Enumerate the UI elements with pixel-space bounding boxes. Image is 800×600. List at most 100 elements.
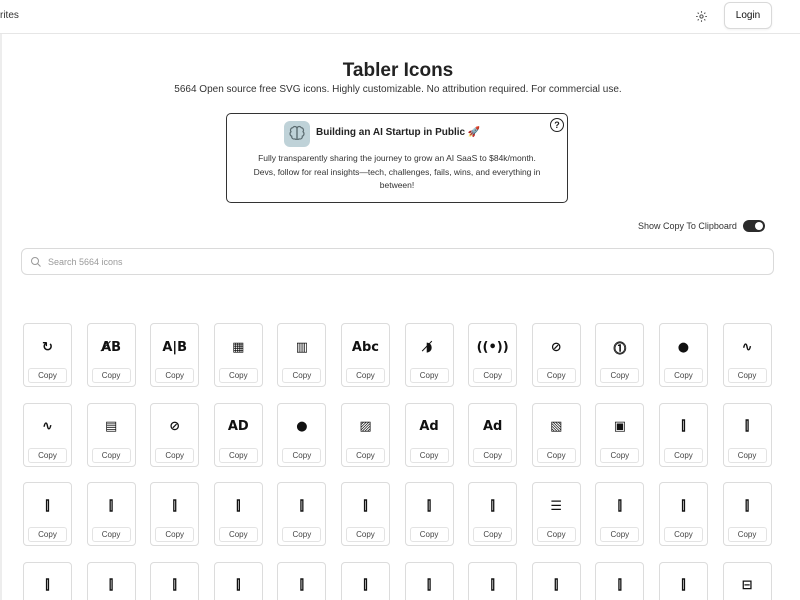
copy-button[interactable]: Copy: [409, 368, 449, 383]
icon-tile[interactable]: ∿ Copy: [23, 402, 72, 467]
icon-tile[interactable]: ⫿Copy: [23, 561, 72, 600]
copy-button[interactable]: Copy: [727, 527, 767, 542]
icon-tile[interactable]: ● Copy: [658, 323, 708, 387]
copy-button[interactable]: Copy: [600, 368, 640, 383]
icon-tile[interactable]: Ad Copy: [404, 402, 454, 467]
copy-button[interactable]: Copy: [536, 447, 576, 463]
copy-button[interactable]: Copy: [600, 527, 640, 542]
copy-button[interactable]: Copy: [28, 447, 67, 463]
icon-tile[interactable]: ⊟Copy: [722, 561, 772, 600]
icon-tile[interactable]: ⫿Copy: [213, 482, 263, 546]
icon-tile[interactable]: ▧ Copy: [531, 402, 581, 467]
copy-button[interactable]: Copy: [409, 447, 449, 463]
icon-tile[interactable]: ◗̸ Copy: [404, 323, 454, 387]
icon-tile[interactable]: ⫿Copy: [340, 561, 390, 600]
copy-button[interactable]: Copy: [536, 368, 576, 383]
icon-tile[interactable]: ▨ Copy: [340, 402, 390, 467]
copy-button[interactable]: Copy: [28, 527, 67, 542]
copy-button[interactable]: Copy: [663, 447, 703, 463]
copy-button[interactable]: Copy: [663, 527, 703, 542]
icon-tile[interactable]: ⫿Copy: [213, 561, 263, 600]
icon-tile[interactable]: ⫿Copy: [23, 482, 72, 546]
copy-button[interactable]: Copy: [600, 447, 640, 463]
tile-icon: ⫿: [681, 419, 686, 434]
icon-tile[interactable]: ▤ Copy: [86, 402, 136, 467]
icon-tile[interactable]: ⫿Copy: [658, 482, 708, 546]
icon-tile[interactable]: ● Copy: [277, 402, 327, 467]
copy-button[interactable]: Copy: [218, 527, 258, 542]
icon-tile[interactable]: A̸B Copy: [86, 323, 136, 387]
icon-tile[interactable]: ⫿Copy: [277, 482, 327, 546]
icon-tile[interactable]: ⊘ Copy: [531, 323, 581, 387]
icon-tile[interactable]: ⫿Copy: [468, 561, 518, 600]
gear-icon[interactable]: [694, 9, 708, 23]
icon-tile[interactable]: ⫿Copy: [595, 561, 645, 600]
copy-button[interactable]: Copy: [345, 447, 385, 463]
icon-tile[interactable]: ⫿Copy: [86, 482, 136, 546]
tile-icon: A̸B: [101, 339, 122, 355]
icon-tile[interactable]: AD Copy: [213, 402, 263, 467]
icon-tile[interactable]: ⫿Copy: [150, 561, 200, 600]
icon-tile[interactable]: ⫿Copy: [404, 561, 454, 600]
icon-tile[interactable]: ⫿ Copy: [658, 402, 708, 467]
help-icon[interactable]: ?: [550, 118, 564, 132]
icon-tile[interactable]: ((•)) Copy: [468, 323, 518, 387]
copy-toggle-row: Show Copy To Clipboard: [638, 218, 765, 234]
copy-button[interactable]: Copy: [473, 368, 513, 383]
icon-tile[interactable]: Abc Copy: [340, 323, 390, 387]
copy-button[interactable]: Copy: [345, 527, 385, 542]
icon-tile[interactable]: ⫿Copy: [722, 402, 772, 467]
copy-button[interactable]: Copy: [91, 447, 131, 463]
copy-button[interactable]: Copy: [345, 368, 385, 383]
icon-tile[interactable]: ∿ Copy: [722, 323, 772, 387]
icon-tile[interactable]: ⫿Copy: [531, 561, 581, 600]
icon-tile[interactable]: ▦ Copy: [213, 323, 263, 387]
icon-tile[interactable]: ⫿Copy: [150, 482, 200, 546]
icon-tile[interactable]: ▣ Copy: [595, 402, 645, 467]
icon-tile[interactable]: ☰ Copy: [531, 482, 581, 546]
search-input[interactable]: [48, 249, 768, 274]
icon-tile[interactable]: ↻ Copy: [23, 323, 72, 387]
icon-tile[interactable]: ⫿Copy: [658, 561, 708, 600]
icon-tile[interactable]: ⫿Copy: [404, 482, 454, 546]
icon-tile[interactable]: ⫿Copy: [340, 482, 390, 546]
copy-button[interactable]: Copy: [473, 527, 513, 542]
icon-tile[interactable]: Ad Copy: [468, 402, 518, 467]
tile-icon: ⫿: [363, 578, 368, 593]
copy-button[interactable]: Copy: [663, 368, 703, 383]
copy-button[interactable]: Copy: [473, 447, 513, 463]
icon-tile[interactable]: ⫿Copy: [595, 482, 645, 546]
login-button[interactable]: Login: [724, 2, 772, 29]
copy-button[interactable]: Copy: [155, 527, 195, 542]
copy-button[interactable]: Copy: [536, 527, 576, 542]
icon-tile[interactable]: ⫿Copy: [86, 561, 136, 600]
copy-button[interactable]: Copy: [155, 368, 195, 383]
tile-icon: ⫿: [45, 578, 50, 593]
copy-button[interactable]: Copy: [282, 368, 322, 383]
promo-card[interactable]: Building an AI Startup in Public 🚀 ? Ful…: [226, 113, 568, 203]
icon-tile[interactable]: ⓵ Copy: [595, 323, 645, 387]
nav-link-favorites[interactable]: rites: [0, 10, 19, 21]
copy-button[interactable]: Copy: [28, 368, 67, 383]
copy-button[interactable]: Copy: [155, 447, 195, 463]
copy-button[interactable]: Copy: [727, 368, 767, 383]
copy-button[interactable]: Copy: [218, 447, 258, 463]
icon-tile[interactable]: ⫿Copy: [277, 561, 327, 600]
tile-icon: ⫿: [554, 578, 559, 593]
tile-icon: ⫿: [490, 498, 495, 514]
copy-button[interactable]: Copy: [409, 527, 449, 542]
copy-button[interactable]: Copy: [282, 447, 322, 463]
icon-tile[interactable]: ⫿ Copy: [468, 482, 518, 546]
icon-tile[interactable]: A|B Copy: [150, 323, 200, 387]
icon-tile[interactable]: ⫿Copy: [722, 482, 772, 546]
top-bar: rites Login: [0, 0, 800, 34]
copy-button[interactable]: Copy: [727, 447, 767, 463]
copy-button[interactable]: Copy: [91, 527, 131, 542]
copy-toggle-switch[interactable]: [742, 220, 765, 232]
icon-tile[interactable]: ⊘ Copy: [150, 402, 200, 467]
copy-button[interactable]: Copy: [218, 368, 258, 383]
copy-button[interactable]: Copy: [282, 527, 322, 542]
icon-tile[interactable]: ▥ Copy: [277, 323, 327, 387]
copy-button[interactable]: Copy: [91, 368, 131, 383]
tile-icon: ⓵: [613, 341, 627, 357]
